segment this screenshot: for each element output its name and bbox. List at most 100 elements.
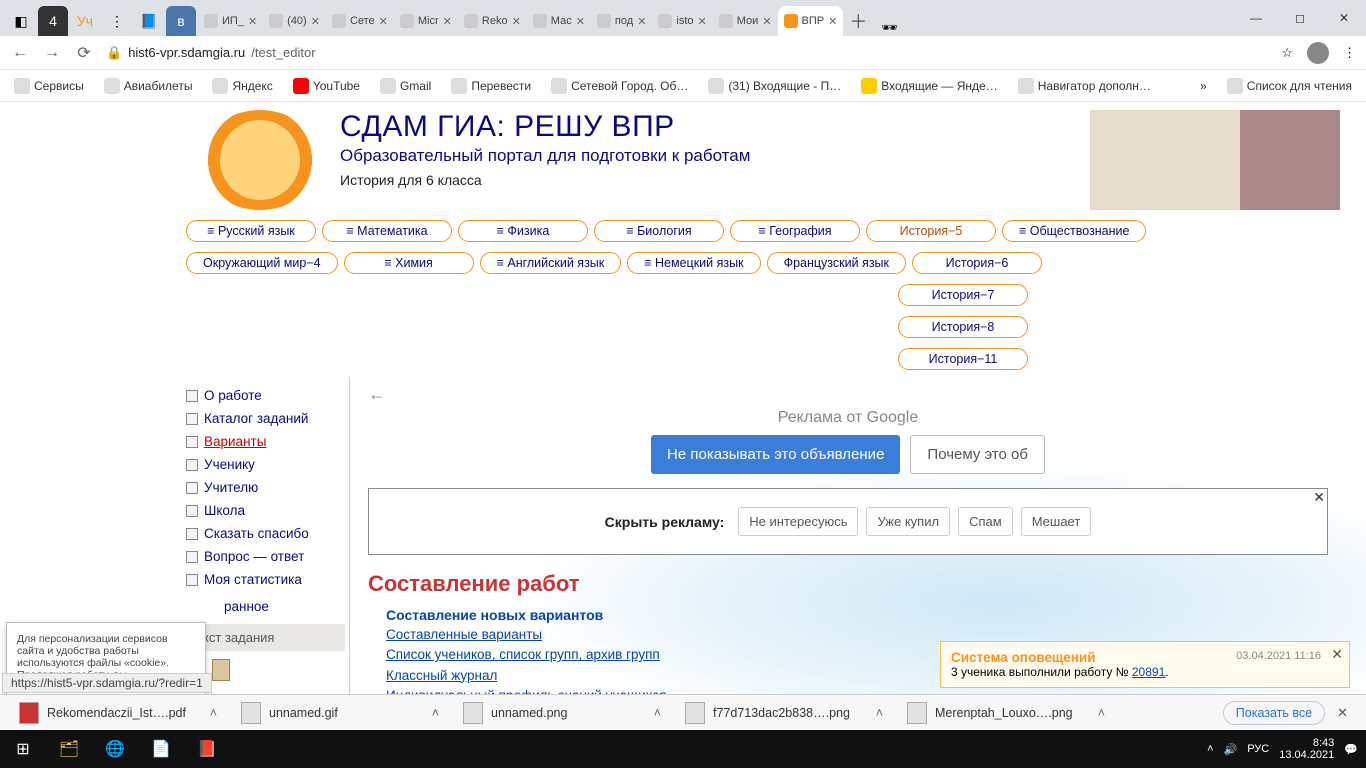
bookmark-link[interactable]: Сетевой Город. Об… (545, 74, 694, 98)
apps-button[interactable]: Сервисы (8, 74, 90, 98)
close-icon[interactable]: ✕ (637, 15, 646, 28)
nav-item[interactable]: Школа (186, 499, 349, 522)
browser-tab[interactable]: Мас✕ (527, 6, 591, 36)
subject-pill[interactable]: ≡ Физика (458, 220, 588, 242)
subject-pill[interactable]: ≡ Химия (344, 252, 474, 274)
chevron-up-icon[interactable]: ˄ (1098, 706, 1105, 720)
browser-tab[interactable]: isto✕ (652, 6, 712, 36)
nav-item[interactable]: Учителю (186, 476, 349, 499)
chevron-up-icon[interactable]: ˄ (654, 706, 661, 720)
download-item[interactable]: f77d713dac2b838….png˄ (674, 697, 894, 729)
subject-pill[interactable]: ≡ Русский язык (186, 220, 316, 242)
pinned-tab[interactable]: ⋮ (102, 6, 132, 36)
close-icon[interactable]: ✕ (443, 15, 452, 28)
browser-tab[interactable]: под✕ (591, 6, 652, 36)
pinned-tab[interactable]: ◧ (6, 6, 36, 36)
ad-option[interactable]: Не интересуюсь (738, 507, 858, 536)
window-maximize[interactable]: ◻ (1278, 0, 1322, 36)
close-icon[interactable]: ✕ (576, 15, 585, 28)
download-item[interactable]: Rekomendaczii_Ist….pdf˄ (8, 697, 228, 729)
close-icon[interactable]: ✕ (1327, 705, 1358, 721)
start-button[interactable]: ⊞ (0, 730, 46, 768)
url-display[interactable]: 🔒 hist6-vpr.sdamgia.ru/test_editor (106, 45, 316, 61)
taskbar-app[interactable]: 🗂 (46, 730, 92, 768)
subject-pill[interactable]: Окружающий мир−4 (186, 252, 338, 274)
download-item[interactable]: unnamed.gif˄ (230, 697, 450, 729)
subject-pill[interactable]: История−6 (912, 252, 1042, 274)
nav-item[interactable]: ранное (186, 595, 349, 618)
subject-pill[interactable]: ≡ Английский язык (480, 252, 622, 274)
browser-tab[interactable]: Reko✕ (458, 6, 527, 36)
close-icon[interactable]: ✕ (512, 15, 521, 28)
close-icon[interactable]: ✕ (1331, 646, 1343, 663)
bookmark-link[interactable]: Навигатор дополн… (1012, 74, 1157, 98)
subject-pill[interactable]: История−11 (898, 348, 1028, 370)
subject-pill[interactable]: ≡ География (730, 220, 860, 242)
site-logo[interactable] (200, 110, 320, 210)
pinned-tab[interactable]: в (166, 6, 196, 36)
taskbar-app[interactable]: 📄 (138, 730, 184, 768)
nav-item[interactable]: О работе (186, 384, 349, 407)
notif-link[interactable]: 20891 (1132, 665, 1165, 679)
tray-lang[interactable]: РУС (1247, 743, 1269, 755)
tray-notifications-icon[interactable]: 💬 (1344, 743, 1358, 756)
star-icon[interactable]: ☆ (1281, 45, 1293, 61)
browser-tab[interactable]: Micr✕ (394, 6, 458, 36)
subject-pill[interactable]: ≡ Математика (322, 220, 452, 242)
pinned-tab[interactable]: 4 (38, 6, 68, 36)
browser-tab[interactable]: (40)✕ (263, 6, 326, 36)
window-close[interactable]: ✕ (1322, 0, 1366, 36)
subject-pill[interactable]: История−7 (898, 284, 1028, 306)
tray-chevron-icon[interactable]: ˄ (1207, 743, 1213, 755)
nav-back[interactable]: ← (10, 43, 30, 63)
download-item[interactable]: Merenptah_Louxo….png˄ (896, 697, 1116, 729)
ad-option[interactable]: Спам (958, 507, 1013, 536)
taskbar-app[interactable]: 📕 (184, 730, 230, 768)
subject-pill[interactable]: Французский язык (767, 252, 906, 274)
bookmark-link[interactable]: Входящие — Янде… (855, 74, 1004, 98)
close-icon[interactable]: ✕ (379, 15, 388, 28)
bookmark-link[interactable]: Яндекс (206, 74, 278, 98)
nav-reload[interactable]: ⟳ (74, 43, 94, 63)
reading-list[interactable]: Список для чтения (1221, 74, 1358, 98)
window-minimize[interactable]: — (1234, 0, 1278, 36)
browser-tab[interactable]: Сете✕ (326, 6, 394, 36)
pinned-tab[interactable]: Уч (70, 6, 100, 36)
tray-sound-icon[interactable]: 🔊 (1224, 743, 1238, 756)
browser-tab-active[interactable]: ВПР✕ (778, 6, 844, 36)
subject-pill[interactable]: История−8 (898, 316, 1028, 338)
nav-item[interactable]: Вопрос — ответ (186, 545, 349, 568)
subject-pill[interactable]: ≡ Обществознание (1002, 220, 1146, 242)
nav-item[interactable]: Ученику (186, 453, 349, 476)
close-icon[interactable]: ✕ (828, 15, 837, 28)
bookmark-link[interactable]: Gmail (374, 74, 437, 98)
hide-ad-button[interactable]: Не показывать это объявление (651, 435, 900, 474)
new-tab-button[interactable]: ＋ (843, 6, 873, 36)
close-icon[interactable]: ✕ (1313, 489, 1325, 506)
close-icon[interactable]: ✕ (248, 15, 257, 28)
nav-forward[interactable]: → (42, 43, 62, 63)
subject-pill[interactable]: ≡ Биология (594, 220, 724, 242)
tray-clock[interactable]: 8:43 13.04.2021 (1279, 737, 1334, 761)
ad-option[interactable]: Мешает (1021, 507, 1092, 536)
taskbar-app[interactable]: 🌐 (92, 730, 138, 768)
nav-item-active[interactable]: Варианты (186, 430, 349, 453)
bookmark-link[interactable]: Перевести (445, 74, 537, 98)
avatar[interactable] (1307, 42, 1329, 64)
why-ad-button[interactable]: Почему это об (910, 435, 1045, 474)
chevron-up-icon[interactable]: ˄ (210, 706, 217, 720)
chevron-up-icon[interactable]: ˄ (432, 706, 439, 720)
back-arrow-icon[interactable]: ← (368, 384, 1328, 405)
bookmark-link[interactable]: Авиабилеты (98, 74, 199, 98)
browser-tab[interactable]: ИП_✕ (198, 6, 263, 36)
subject-pill[interactable]: История−5 (866, 220, 996, 242)
bookmark-link[interactable]: (31) Входящие - П… (702, 74, 847, 98)
pinned-tab[interactable]: 📘 (134, 6, 164, 36)
bookmark-link[interactable]: YouTube (287, 74, 366, 98)
close-icon[interactable]: ✕ (762, 15, 771, 28)
nav-item[interactable]: Моя статистика (186, 568, 349, 591)
ad-option[interactable]: Уже купил (866, 507, 950, 536)
close-icon[interactable]: ✕ (311, 15, 320, 28)
subject-pill[interactable]: ≡ Немецкий язык (627, 252, 760, 274)
bookmark-overflow[interactable]: » (1194, 75, 1213, 97)
